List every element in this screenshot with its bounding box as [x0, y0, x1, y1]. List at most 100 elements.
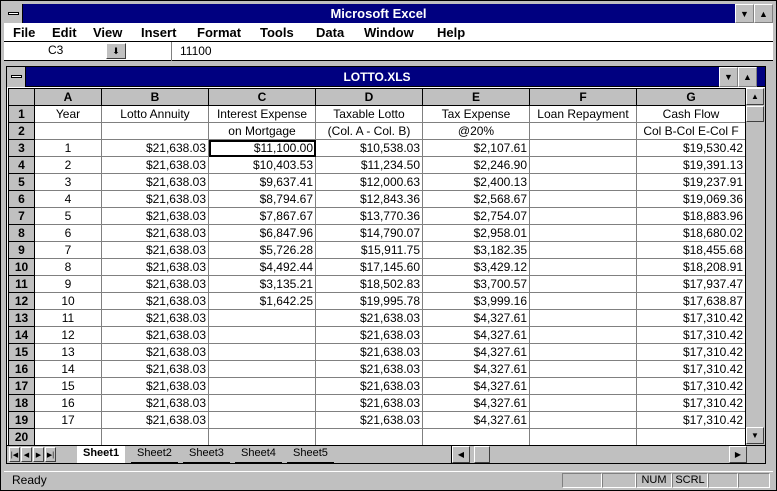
cell-g14[interactable]: $17,310.42 — [636, 326, 746, 344]
system-menu-icon[interactable] — [4, 4, 23, 23]
row-header[interactable]: 10 — [8, 258, 35, 276]
cell-d3[interactable]: $10,538.03 — [315, 139, 423, 157]
cell-g9[interactable]: $18,455.68 — [636, 241, 746, 259]
cell-c11[interactable]: $3,135.21 — [208, 275, 316, 293]
workbook-title-bar[interactable]: LOTTO.XLS ▼ ▲ — [7, 67, 765, 87]
cell-b8[interactable]: $21,638.03 — [101, 224, 209, 242]
workbook-maximize-icon[interactable]: ▲ — [738, 67, 757, 87]
cell-b18[interactable]: $21,638.03 — [101, 394, 209, 412]
cell-a6[interactable]: 4 — [34, 190, 102, 208]
cell-e14[interactable]: $4,327.61 — [422, 326, 530, 344]
cell-g15[interactable]: $17,310.42 — [636, 343, 746, 361]
cell-c8[interactable]: $6,847.96 — [208, 224, 316, 242]
vertical-scrollbar[interactable]: ▲ ▼ — [745, 88, 765, 445]
cell-c12[interactable]: $1,642.25 — [208, 292, 316, 310]
cell-e16[interactable]: $4,327.61 — [422, 360, 530, 378]
workbook-system-menu-icon[interactable] — [7, 67, 26, 87]
cell-f7[interactable] — [529, 207, 637, 225]
minimize-icon[interactable]: ▼ — [735, 4, 754, 23]
cell-a12[interactable]: 10 — [34, 292, 102, 310]
cell-b7[interactable]: $21,638.03 — [101, 207, 209, 225]
cell-b15[interactable]: $21,638.03 — [101, 343, 209, 361]
cell-e20[interactable] — [422, 428, 530, 446]
cell-c9[interactable]: $5,726.28 — [208, 241, 316, 259]
cell-g1[interactable]: Cash Flow — [636, 105, 746, 123]
cell-f6[interactable] — [529, 190, 637, 208]
cell-d10[interactable]: $17,145.60 — [315, 258, 423, 276]
cell-e7[interactable]: $2,754.07 — [422, 207, 530, 225]
cell-d17[interactable]: $21,638.03 — [315, 377, 423, 395]
column-header-f[interactable]: F — [529, 88, 637, 106]
cell-g18[interactable]: $17,310.42 — [636, 394, 746, 412]
cell-a2[interactable] — [34, 122, 102, 140]
cell-d1[interactable]: Taxable Lotto — [315, 105, 423, 123]
column-header-b[interactable]: B — [101, 88, 209, 106]
cell-c14[interactable] — [208, 326, 316, 344]
next-sheet-icon[interactable]: ▶ — [33, 447, 44, 462]
cell-b4[interactable]: $21,638.03 — [101, 156, 209, 174]
cell-b5[interactable]: $21,638.03 — [101, 173, 209, 191]
column-header-e[interactable]: E — [422, 88, 530, 106]
cell-c19[interactable] — [208, 411, 316, 429]
cell-f13[interactable] — [529, 309, 637, 327]
cell-a8[interactable]: 6 — [34, 224, 102, 242]
cell-e12[interactable]: $3,999.16 — [422, 292, 530, 310]
row-header[interactable]: 1 — [8, 105, 35, 123]
cell-f20[interactable] — [529, 428, 637, 446]
cell-b11[interactable]: $21,638.03 — [101, 275, 209, 293]
row-header[interactable]: 3 — [8, 139, 35, 157]
cell-f9[interactable] — [529, 241, 637, 259]
vertical-scroll-thumb[interactable] — [746, 106, 764, 122]
row-header[interactable]: 7 — [8, 207, 35, 225]
menu-insert[interactable]: Insert — [141, 25, 176, 40]
cell-d9[interactable]: $15,911.75 — [315, 241, 423, 259]
row-header[interactable]: 19 — [8, 411, 35, 429]
cell-d12[interactable]: $19,995.78 — [315, 292, 423, 310]
cell-a10[interactable]: 8 — [34, 258, 102, 276]
tab-sheet1[interactable]: Sheet1 — [77, 446, 126, 463]
cell-e5[interactable]: $2,400.13 — [422, 173, 530, 191]
cell-g17[interactable]: $17,310.42 — [636, 377, 746, 395]
menu-window[interactable]: Window — [364, 25, 414, 40]
cell-e8[interactable]: $2,958.01 — [422, 224, 530, 242]
cell-d13[interactable]: $21,638.03 — [315, 309, 423, 327]
last-sheet-icon[interactable]: ▶| — [45, 447, 56, 462]
cell-c4[interactable]: $10,403.53 — [208, 156, 316, 174]
row-header[interactable]: 6 — [8, 190, 35, 208]
cell-f16[interactable] — [529, 360, 637, 378]
horizontal-scrollbar[interactable]: ◀ ▶ — [451, 446, 747, 463]
row-header[interactable]: 13 — [8, 309, 35, 327]
cell-a18[interactable]: 16 — [34, 394, 102, 412]
cell-d7[interactable]: $13,770.36 — [315, 207, 423, 225]
tab-sheet4[interactable]: Sheet4 — [235, 446, 282, 463]
cell-f1[interactable]: Loan Repayment — [529, 105, 637, 123]
menu-format[interactable]: Format — [197, 25, 241, 40]
row-header[interactable]: 17 — [8, 377, 35, 395]
cell-c6[interactable]: $8,794.67 — [208, 190, 316, 208]
cell-d8[interactable]: $14,790.07 — [315, 224, 423, 242]
cell-b9[interactable]: $21,638.03 — [101, 241, 209, 259]
cell-b12[interactable]: $21,638.03 — [101, 292, 209, 310]
cell-c13[interactable] — [208, 309, 316, 327]
menu-file[interactable]: File — [13, 25, 35, 40]
cell-b6[interactable]: $21,638.03 — [101, 190, 209, 208]
menu-edit[interactable]: Edit — [52, 25, 77, 40]
cell-a5[interactable]: 3 — [34, 173, 102, 191]
cell-e1[interactable]: Tax Expense — [422, 105, 530, 123]
cell-g12[interactable]: $17,638.87 — [636, 292, 746, 310]
cell-c18[interactable] — [208, 394, 316, 412]
row-header[interactable]: 14 — [8, 326, 35, 344]
cell-d5[interactable]: $12,000.63 — [315, 173, 423, 191]
scroll-down-icon[interactable]: ▼ — [746, 427, 764, 444]
cell-d2[interactable]: (Col. A - Col. B) — [315, 122, 423, 140]
cell-f11[interactable] — [529, 275, 637, 293]
cell-d11[interactable]: $18,502.83 — [315, 275, 423, 293]
row-header[interactable]: 4 — [8, 156, 35, 174]
cell-e10[interactable]: $3,429.12 — [422, 258, 530, 276]
cell-b10[interactable]: $21,638.03 — [101, 258, 209, 276]
menu-view[interactable]: View — [93, 25, 122, 40]
cell-b13[interactable]: $21,638.03 — [101, 309, 209, 327]
cell-d16[interactable]: $21,638.03 — [315, 360, 423, 378]
cell-a16[interactable]: 14 — [34, 360, 102, 378]
row-header[interactable]: 12 — [8, 292, 35, 310]
